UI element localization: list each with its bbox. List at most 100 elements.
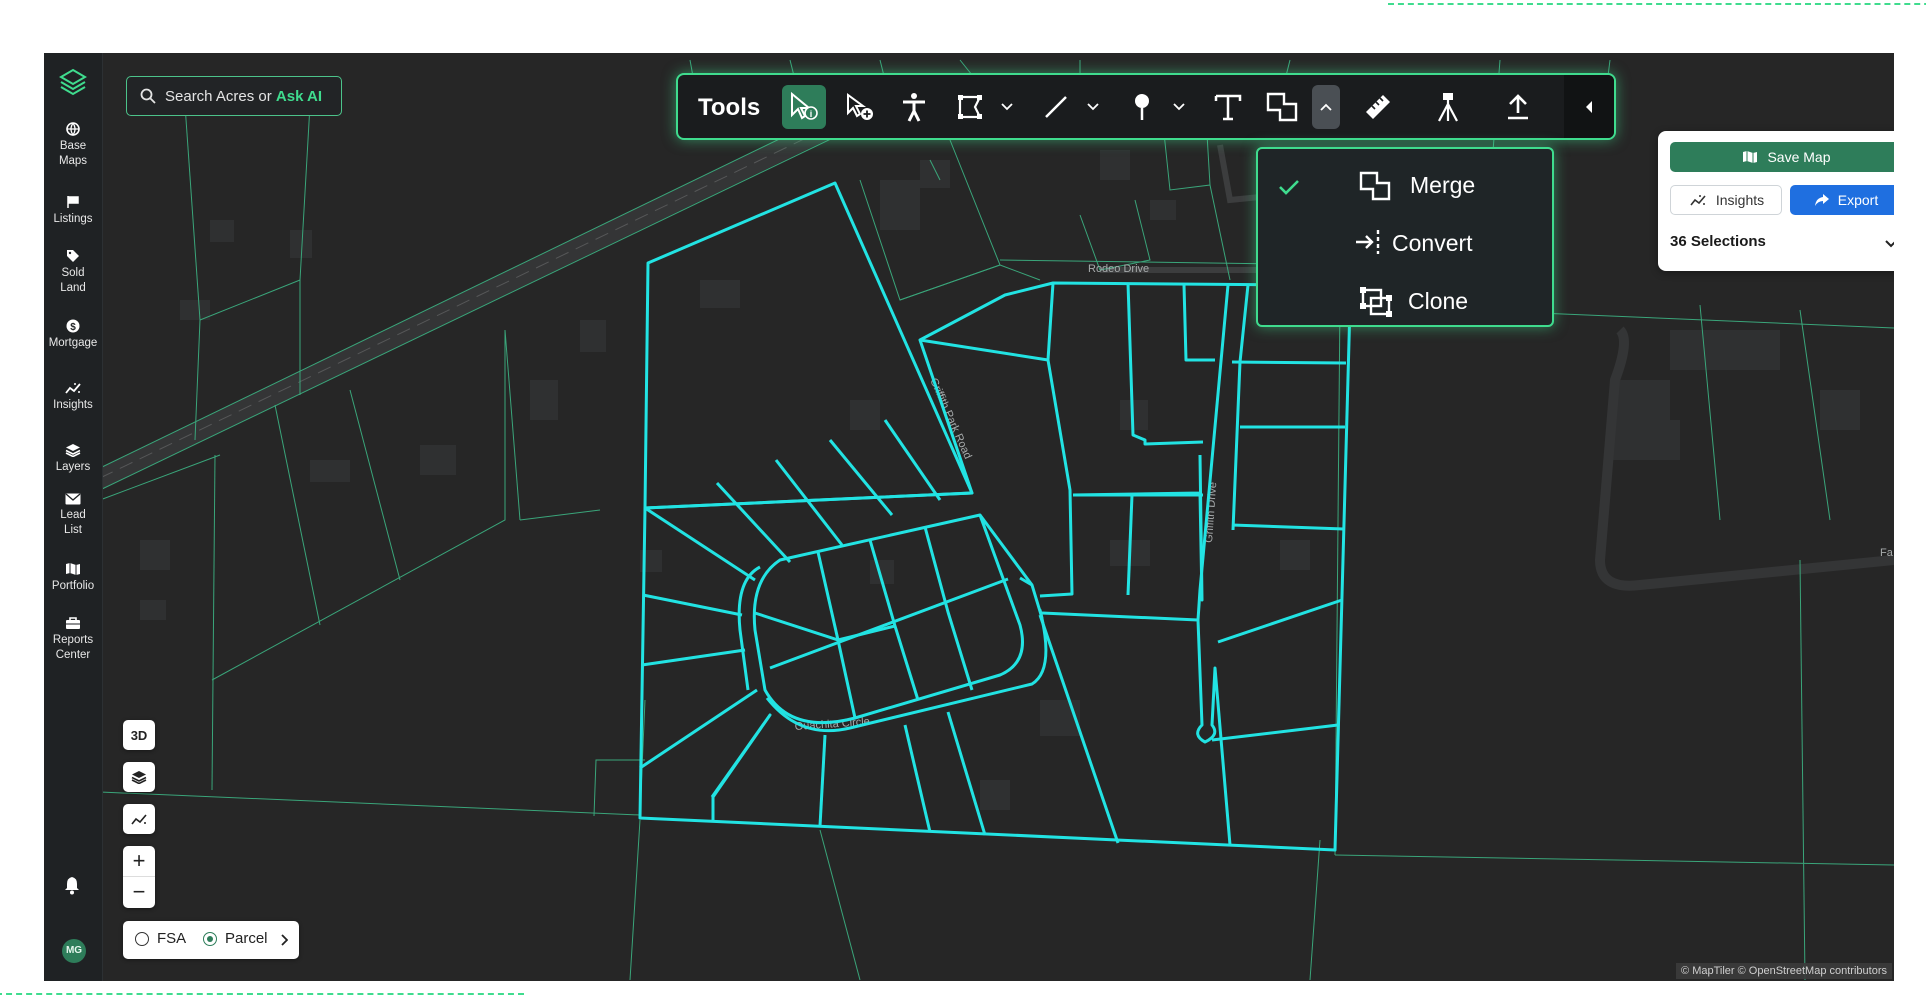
sidebar-item-layers[interactable]: Layers [44, 443, 102, 475]
selection-panel: Save Map Insights Export 36 Selections [1658, 131, 1894, 271]
street-label: Rodeo Drive [1088, 263, 1149, 275]
export-button[interactable]: Export [1790, 185, 1894, 215]
convert-icon [1354, 227, 1384, 263]
caret-left-icon [1586, 100, 1592, 113]
sidebar-item-portfolio[interactable]: Portfolio [44, 562, 102, 594]
fsa-radio[interactable] [135, 932, 149, 946]
parcel-label: Parcel [225, 930, 268, 947]
menu-item-clone[interactable]: Clone [1258, 275, 1552, 325]
sidebar-item-label: Lead List [60, 509, 86, 536]
select-info-tool-button[interactable]: i [782, 85, 826, 129]
sidebar-item-reports-center[interactable]: Reports Center [44, 616, 102, 663]
sidebar-item-label: Portfolio [51, 580, 95, 592]
survey-tripod-icon [1438, 93, 1458, 122]
menu-item-merge[interactable]: Merge [1258, 159, 1552, 209]
save-map-label: Save Map [1767, 149, 1831, 165]
search-input[interactable]: Search Acres or Ask AI [126, 76, 342, 116]
map-app: Rodeo Drive Griffith Park Road Griffith … [44, 53, 1894, 981]
sidebar-item-label: Reports Center [52, 634, 94, 661]
text-icon [1214, 94, 1242, 121]
svg-text:$: $ [70, 322, 76, 333]
svg-text:i: i [810, 109, 813, 119]
boundary-type-toggle: FSA Parcel [123, 921, 299, 959]
ask-ai-link[interactable]: Ask AI [276, 88, 322, 105]
zoom-control: + − [123, 846, 155, 908]
merge-tool-button[interactable] [1260, 85, 1304, 129]
chart-icon [65, 383, 81, 394]
convert-label: Convert [1392, 230, 1473, 256]
clone-icon [1358, 285, 1394, 325]
sidebar-item-listings[interactable]: Listings [44, 195, 102, 227]
pin-chevron-down-icon[interactable] [1172, 97, 1186, 117]
bell-icon[interactable] [63, 875, 81, 900]
sidebar-item-label: Listings [53, 213, 93, 225]
chart-icon [131, 814, 147, 825]
sidebar-item-sold-land[interactable]: Sold Land [44, 249, 102, 296]
merge-icon [1266, 92, 1298, 122]
sidebar-item-label: Layers [55, 461, 91, 473]
street-label: Griffith Park Road [927, 376, 973, 461]
selections-dropdown[interactable]: 36 Selections [1670, 233, 1894, 257]
sidebar-item-label: Sold Land [60, 267, 86, 294]
ruler-icon [1366, 95, 1390, 119]
person-icon [903, 93, 925, 122]
text-tool-button[interactable] [1206, 85, 1250, 129]
selected-parcels[interactable] [638, 181, 1352, 852]
polygon-icon [958, 95, 982, 119]
parcel-map[interactable]: Rodeo Drive Griffith Park Road Griffith … [44, 53, 1894, 981]
pin-tool-button[interactable] [1120, 85, 1164, 129]
parcel-radio[interactable] [203, 932, 217, 946]
polygon-chevron-down-icon[interactable] [1000, 97, 1014, 117]
upload-icon [1508, 94, 1528, 120]
check-icon [1278, 175, 1300, 202]
insights-map-button[interactable] [123, 804, 155, 834]
search-icon [140, 88, 156, 108]
sidebar-item-label: Insights [53, 399, 93, 411]
parcel-boundaries [99, 59, 1894, 981]
sidebar-item-lead-list[interactable]: Lead List [44, 493, 102, 538]
toolbar-title: Tools [698, 94, 761, 121]
map-icon [66, 563, 80, 575]
flag-icon [67, 196, 79, 208]
layers-icon [131, 771, 147, 784]
save-map-button[interactable]: Save Map [1670, 142, 1894, 172]
merge-chevron-up-icon[interactable] [1312, 85, 1340, 129]
zoom-out-button[interactable]: − [123, 876, 155, 907]
survey-tool-button[interactable] [1426, 85, 1470, 129]
merge-label: Merge [1410, 172, 1476, 198]
chevron-right-icon[interactable] [280, 933, 289, 950]
sidebar-item-insights[interactable]: Insights [44, 381, 102, 413]
polygon-tool-button[interactable] [948, 85, 992, 129]
line-icon [1045, 96, 1067, 118]
merge-icon [1358, 169, 1392, 209]
dollar-icon: $ [66, 319, 80, 333]
3d-toggle-button[interactable]: 3D [123, 720, 155, 750]
zoom-in-button[interactable]: + [123, 846, 155, 876]
clone-label: Clone [1408, 288, 1469, 314]
share-arrow-icon [1814, 194, 1829, 206]
layers-logo-icon[interactable] [58, 67, 88, 97]
globe-icon [66, 122, 80, 136]
merge-dropdown-menu: Merge Convert Clone [1256, 147, 1554, 327]
upload-tool-button[interactable] [1496, 85, 1540, 129]
person-tool-button[interactable] [892, 85, 936, 129]
fsa-label: FSA [157, 930, 187, 947]
sidebar-item-label: Mortgage [48, 337, 98, 349]
ruler-tool-button[interactable] [1356, 85, 1400, 129]
sidebar-item-label: Base Maps [58, 140, 88, 167]
collapse-toolbar-button[interactable] [1564, 75, 1614, 138]
sidebar-item-base-maps[interactable]: Base Maps [44, 122, 102, 169]
envelope-icon [65, 493, 81, 505]
line-chevron-down-icon[interactable] [1086, 97, 1100, 117]
sidebar-item-mortgage[interactable]: $ Mortgage [44, 319, 102, 351]
selections-count: 36 Selections [1670, 233, 1766, 250]
line-tool-button[interactable] [1034, 85, 1078, 129]
cursor-info-icon: i [791, 91, 818, 120]
layers-button[interactable] [123, 762, 155, 792]
menu-item-convert[interactable]: Convert [1258, 217, 1552, 267]
tools-toolbar: Tools i [676, 73, 1616, 140]
select-add-tool-button[interactable] [838, 85, 882, 129]
export-label: Export [1837, 192, 1879, 208]
avatar[interactable]: MG [62, 939, 86, 963]
insights-button[interactable]: Insights [1670, 185, 1782, 215]
